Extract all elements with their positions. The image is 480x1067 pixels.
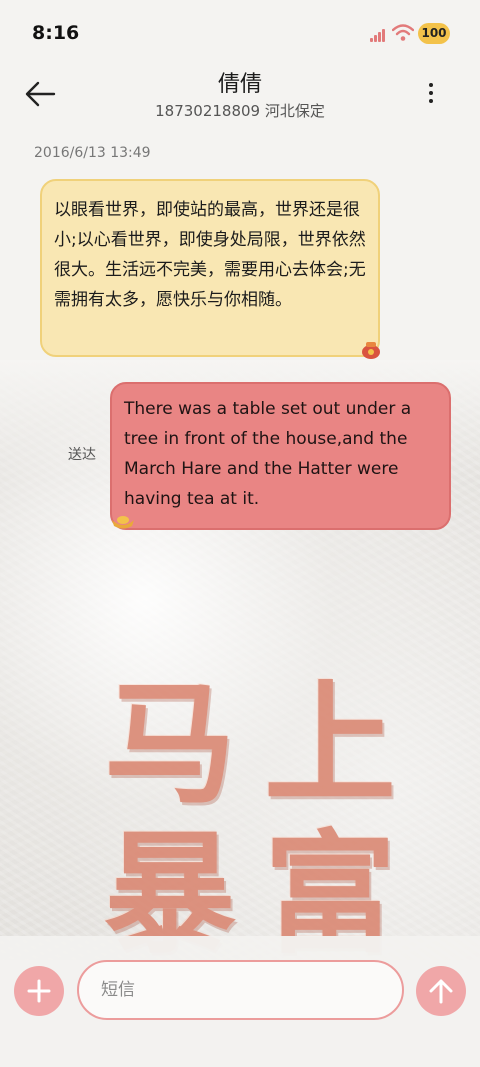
message-input[interactable]	[77, 960, 404, 1020]
status-bar: 8:16 100	[0, 0, 480, 64]
contact-number-location: 18730218809 河北保定	[155, 102, 325, 120]
battery-indicator: 100	[418, 23, 450, 44]
arrow-up-icon	[429, 979, 453, 1004]
outgoing-message-bubble[interactable]: There was a table set out under a tree i…	[110, 382, 451, 530]
plus-icon	[27, 979, 51, 1003]
wallpaper-char: 马	[104, 667, 236, 822]
money-bag-sticker-icon	[362, 342, 380, 359]
wallpaper-char: 上	[264, 667, 396, 822]
outgoing-message-text: There was a table set out under a tree i…	[124, 399, 412, 509]
delivery-status: 送达	[68, 447, 96, 463]
contact-name: 倩倩	[217, 72, 262, 97]
status-time: 8:16	[32, 22, 80, 44]
send-button[interactable]	[416, 966, 466, 1016]
conversation-header: 倩倩 18730218809 河北保定	[0, 64, 480, 128]
add-attachment-button[interactable]	[14, 966, 64, 1016]
gold-ingot-sticker-icon	[112, 516, 134, 529]
wallpaper-characters: 马 上 暴 富	[95, 670, 415, 970]
more-options-icon[interactable]	[420, 80, 442, 108]
message-timestamp: 2016/6/13 13:49	[34, 145, 151, 161]
wifi-icon	[392, 24, 414, 41]
composer-bar	[0, 936, 480, 1067]
incoming-message-bubble[interactable]: 以眼看世界，即使站的最高，世界还是很小;以心看世界，即使身处局限，世界依然很大。…	[40, 179, 380, 357]
signal-icon	[370, 28, 388, 42]
incoming-message-text: 以眼看世界，即使站的最高，世界还是很小;以心看世界，即使身处局限，世界依然很大。…	[54, 200, 366, 310]
